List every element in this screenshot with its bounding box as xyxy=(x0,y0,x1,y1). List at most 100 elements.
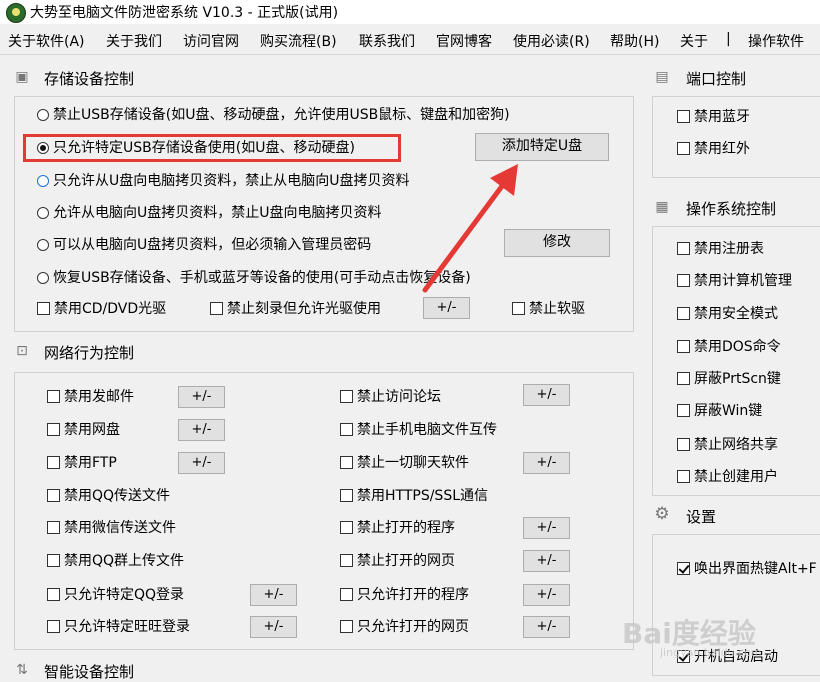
os-item-3[interactable]: 禁用安全模式 xyxy=(677,305,778,323)
net-right-8[interactable]: 只允许打开的网页 xyxy=(340,618,469,636)
menu-help[interactable]: 帮助(H) xyxy=(610,31,659,51)
qq-login-plusminus-button[interactable]: +/- xyxy=(250,584,297,606)
email-plusminus-button[interactable]: +/- xyxy=(178,386,225,408)
checkbox-icon[interactable] xyxy=(677,274,690,287)
block-program-plusminus-button[interactable]: +/- xyxy=(523,517,570,539)
watermark-url: jingyan.baidu.com xyxy=(660,646,762,659)
settings-section-title: 设置 xyxy=(686,508,717,526)
net-left-1[interactable]: 禁用发邮件 xyxy=(47,388,134,406)
netdisk-plusminus-button[interactable]: +/- xyxy=(178,419,225,441)
net-right-6[interactable]: 禁止打开的网页 xyxy=(340,552,455,570)
os-item-1[interactable]: 禁用注册表 xyxy=(677,240,764,258)
os-item-6[interactable]: 屏蔽Win键 xyxy=(677,402,762,420)
menu-contact[interactable]: 联系我们 xyxy=(359,31,415,51)
allow-program-plusminus-button[interactable]: +/- xyxy=(523,584,570,606)
disable-infrared-checkbox[interactable]: 禁用红外 xyxy=(677,140,750,158)
block-web-plusminus-button[interactable]: +/- xyxy=(523,550,570,572)
net-right-4[interactable]: 禁用HTTPS/SSL通信 xyxy=(340,487,488,505)
checkbox-icon[interactable] xyxy=(340,390,353,403)
checkbox-icon[interactable] xyxy=(340,423,353,436)
checkbox-icon[interactable] xyxy=(47,423,60,436)
os-item-5[interactable]: 屏蔽PrtScn键 xyxy=(677,370,781,388)
storage-option-4[interactable]: 允许从电脑向U盘拷贝资料，禁止U盘向电脑拷贝资料 xyxy=(37,204,382,222)
net-left-3[interactable]: 禁用FTP xyxy=(47,454,117,472)
os-group xyxy=(652,226,820,496)
net-left-2[interactable]: 禁用网盘 xyxy=(47,421,120,439)
checkbox-icon[interactable] xyxy=(37,302,50,315)
menu-blog[interactable]: 官网博客 xyxy=(436,31,492,51)
storage-option-5[interactable]: 可以从电脑向U盘拷贝资料，但必须输入管理员密码 xyxy=(37,236,371,254)
disable-cd-checkbox[interactable]: 禁用CD/DVD光驱 xyxy=(37,300,166,318)
net-left-8[interactable]: 只允许特定旺旺登录 xyxy=(47,618,190,636)
net-right-3[interactable]: 禁止一切聊天软件 xyxy=(340,454,469,472)
checkbox-icon[interactable] xyxy=(677,142,690,155)
checkbox-icon[interactable] xyxy=(47,456,60,469)
checkbox-icon[interactable] xyxy=(340,620,353,633)
menu-visit-site[interactable]: 访问官网 xyxy=(183,31,239,51)
checkbox-icon[interactable] xyxy=(677,470,690,483)
burn-plusminus-button[interactable]: +/- xyxy=(423,297,470,319)
radio-icon[interactable] xyxy=(37,109,49,121)
radio-icon[interactable] xyxy=(37,207,49,219)
os-item-2[interactable]: 禁用计算机管理 xyxy=(677,272,792,290)
checkbox-icon[interactable] xyxy=(340,489,353,502)
disable-bluetooth-checkbox[interactable]: 禁用蓝牙 xyxy=(677,108,750,126)
title-bar: 大势至电脑文件防泄密系统 V10.3 - 正式版(试用) xyxy=(0,0,820,24)
os-item-7[interactable]: 禁止网络共享 xyxy=(677,436,778,454)
checkbox-icon[interactable] xyxy=(340,521,353,534)
checkbox-icon[interactable] xyxy=(677,404,690,417)
net-left-6[interactable]: 禁用QQ群上传文件 xyxy=(47,552,184,570)
net-right-7[interactable]: 只允许打开的程序 xyxy=(340,586,469,604)
radio-icon[interactable] xyxy=(37,175,49,187)
net-right-1[interactable]: 禁止访问论坛 xyxy=(340,388,441,406)
checkbox-icon[interactable] xyxy=(677,438,690,451)
highlight-box xyxy=(23,134,401,162)
checkbox-icon[interactable] xyxy=(47,489,60,502)
checkbox-icon[interactable] xyxy=(47,521,60,534)
os-control-icon: ▦ xyxy=(655,199,669,215)
disable-burn-checkbox[interactable]: 禁止刻录但允许光驱使用 xyxy=(210,300,381,318)
checkbox-icon[interactable] xyxy=(340,588,353,601)
checkbox-icon[interactable] xyxy=(677,372,690,385)
net-left-4[interactable]: 禁用QQ传送文件 xyxy=(47,487,170,505)
menu-about-software[interactable]: 关于软件(A) xyxy=(8,31,85,51)
forum-plusminus-button[interactable]: +/- xyxy=(523,384,570,406)
storage-device-icon: ▣ xyxy=(15,69,29,85)
checkbox-icon[interactable] xyxy=(47,390,60,403)
storage-option-6[interactable]: 恢复USB存储设备、手机或蓝牙等设备的使用(可手动点击恢复设备) xyxy=(37,269,471,287)
allow-web-plusminus-button[interactable]: +/- xyxy=(523,616,570,638)
menu-must-read[interactable]: 使用必读(R) xyxy=(513,31,590,51)
radio-icon[interactable] xyxy=(37,272,49,284)
menu-operate[interactable]: 操作软件 xyxy=(748,31,804,51)
checkbox-icon[interactable] xyxy=(512,302,525,315)
port-section-title: 端口控制 xyxy=(686,70,747,88)
checkbox-icon[interactable] xyxy=(340,554,353,567)
menu-about-us[interactable]: 关于我们 xyxy=(106,31,162,51)
checkbox-icon[interactable] xyxy=(677,340,690,353)
os-item-4[interactable]: 禁用DOS命令 xyxy=(677,338,781,356)
checkbox-icon[interactable] xyxy=(677,307,690,320)
radio-icon[interactable] xyxy=(37,239,49,251)
checkbox-icon[interactable] xyxy=(47,620,60,633)
checkbox-icon[interactable] xyxy=(47,554,60,567)
net-left-7[interactable]: 只允许特定QQ登录 xyxy=(47,586,184,604)
disable-floppy-checkbox[interactable]: 禁止软驱 xyxy=(512,300,585,318)
ftp-plusminus-button[interactable]: +/- xyxy=(178,452,225,474)
checkbox-icon[interactable] xyxy=(677,242,690,255)
hotkey-checkbox[interactable]: 唤出界面热键Alt+F xyxy=(677,560,817,578)
checkbox-checked-icon[interactable] xyxy=(677,562,690,575)
menu-about[interactable]: 关于 xyxy=(680,31,708,51)
chat-plusminus-button[interactable]: +/- xyxy=(523,452,570,474)
os-item-8[interactable]: 禁止创建用户 xyxy=(677,468,778,486)
wangwang-plusminus-button[interactable]: +/- xyxy=(250,616,297,638)
storage-option-1[interactable]: 禁止USB存储设备(如U盘、移动硬盘，允许使用USB鼠标、键盘和加密狗) xyxy=(37,106,510,124)
checkbox-icon[interactable] xyxy=(47,588,60,601)
checkbox-icon[interactable] xyxy=(340,456,353,469)
net-right-5[interactable]: 禁止打开的程序 xyxy=(340,519,455,537)
net-left-5[interactable]: 禁用微信传送文件 xyxy=(47,519,176,537)
checkbox-icon[interactable] xyxy=(677,110,690,123)
menu-purchase[interactable]: 购买流程(B) xyxy=(260,31,337,51)
net-right-2[interactable]: 禁止手机电脑文件互传 xyxy=(340,421,497,439)
storage-option-3[interactable]: 只允许从U盘向电脑拷贝资料，禁止从电脑向U盘拷贝资料 xyxy=(37,172,410,190)
checkbox-icon[interactable] xyxy=(210,302,223,315)
